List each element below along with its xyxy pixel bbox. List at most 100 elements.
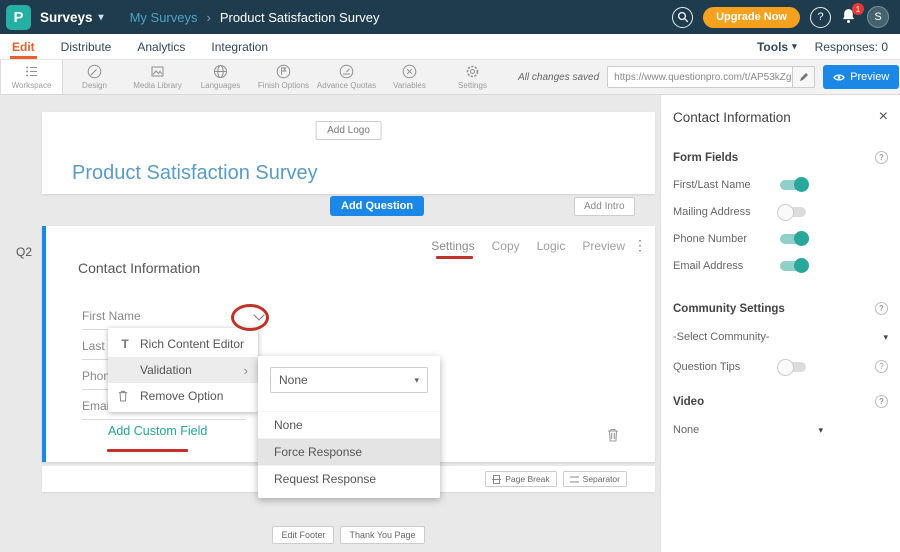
phone-number-toggle[interactable] bbox=[780, 234, 806, 244]
add-question-button[interactable]: Add Question bbox=[330, 196, 424, 216]
close-icon[interactable] bbox=[879, 109, 888, 125]
edit-footer-button[interactable]: Edit Footer bbox=[272, 526, 334, 544]
edit-url-button[interactable] bbox=[792, 67, 814, 87]
preview-label: Preview bbox=[850, 71, 889, 83]
notifications-button[interactable]: 1 bbox=[841, 8, 857, 26]
add-custom-field-link[interactable]: Add Custom Field bbox=[108, 424, 207, 438]
first-last-name-toggle[interactable] bbox=[780, 180, 806, 190]
eye-icon bbox=[833, 73, 845, 82]
toolbar-item-variables[interactable]: Variables bbox=[378, 60, 441, 94]
caret-down-icon bbox=[883, 332, 888, 343]
community-settings-heading: Community Settings bbox=[673, 303, 785, 315]
validation-option-request-response[interactable]: Request Response bbox=[258, 465, 440, 492]
validation-option-none[interactable]: None bbox=[258, 411, 440, 438]
add-logo-button[interactable]: Add Logo bbox=[315, 121, 382, 140]
search-button[interactable] bbox=[672, 7, 693, 28]
page-break-button[interactable]: Page Break bbox=[485, 471, 556, 487]
survey-header-card: Add Logo Product Satisfaction Survey bbox=[42, 112, 655, 194]
page-break-icon bbox=[492, 475, 501, 484]
video-dropdown[interactable]: None bbox=[673, 424, 823, 436]
breadcrumb-current: Product Satisfaction Survey bbox=[220, 10, 380, 25]
user-avatar[interactable]: S bbox=[867, 6, 889, 28]
add-intro-button[interactable]: Add Intro bbox=[574, 197, 635, 216]
sidebar-title: Contact Information bbox=[673, 110, 791, 125]
advance-quotas-icon bbox=[339, 64, 354, 79]
tab-analytics[interactable]: Analytics bbox=[137, 34, 185, 59]
toggle-label: Mailing Address bbox=[673, 206, 780, 218]
question-action-copy[interactable]: Copy bbox=[492, 239, 520, 253]
tools-menu[interactable]: Tools bbox=[757, 40, 797, 54]
toggle-label: Phone Number bbox=[673, 233, 780, 245]
mailing-address-toggle[interactable] bbox=[780, 207, 806, 217]
question-number-label: Q2 bbox=[16, 245, 32, 259]
delete-question-button[interactable] bbox=[607, 428, 619, 442]
thank-you-page-button[interactable]: Thank You Page bbox=[340, 526, 424, 544]
separator-button[interactable]: Separator bbox=[563, 471, 627, 487]
help-button[interactable] bbox=[810, 7, 831, 28]
toolbar-item-advance-quotas[interactable]: Advance Quotas bbox=[315, 60, 378, 94]
question-settings-sidebar: Contact Information Form Fields First/La… bbox=[660, 95, 900, 552]
question-action-logic[interactable]: Logic bbox=[537, 239, 566, 253]
finish-options-icon bbox=[276, 64, 291, 79]
menu-item-validation[interactable]: Validation bbox=[108, 357, 258, 383]
toolbar-item-workspace[interactable]: Workspace bbox=[0, 60, 63, 94]
form-fields-heading: Form Fields bbox=[673, 152, 738, 164]
validation-select[interactable]: None bbox=[270, 367, 428, 393]
design-icon bbox=[87, 64, 102, 79]
toolbar-item-design[interactable]: Design bbox=[63, 60, 126, 94]
toggle-label: Email Address bbox=[673, 260, 780, 272]
question-title[interactable]: Contact Information bbox=[78, 260, 200, 276]
editor-toolbar: Workspace Design Media Library Languages… bbox=[0, 60, 900, 95]
video-heading: Video bbox=[673, 396, 704, 408]
validation-options: None Force Response Request Response bbox=[258, 411, 440, 492]
survey-url-field[interactable]: https://www.questionpro.com/t/AP53kZgUI bbox=[607, 66, 815, 88]
help-circle-icon[interactable] bbox=[875, 395, 888, 408]
breadcrumb-separator-icon: › bbox=[206, 10, 210, 25]
validation-option-force-response[interactable]: Force Response bbox=[258, 438, 440, 465]
email-address-toggle[interactable] bbox=[780, 261, 806, 271]
question-action-settings[interactable]: Settings bbox=[431, 239, 474, 253]
form-field-first-name[interactable]: First Name bbox=[82, 304, 246, 330]
toggle-row-question-tips: Question Tips bbox=[673, 360, 888, 373]
page-break-label: Page Break bbox=[505, 474, 549, 484]
search-icon bbox=[677, 11, 689, 23]
caret-down-icon bbox=[414, 375, 419, 386]
languages-icon bbox=[213, 64, 228, 79]
toolbar-item-finish-options[interactable]: Finish Options bbox=[252, 60, 315, 94]
tab-edit[interactable]: Edit bbox=[12, 34, 35, 59]
autosave-status: All changes saved bbox=[518, 72, 599, 83]
help-circle-icon[interactable] bbox=[875, 360, 888, 373]
sidebar-header: Contact Information bbox=[673, 109, 888, 125]
help-circle-icon[interactable] bbox=[875, 302, 888, 315]
menu-item-label: Validation bbox=[140, 363, 192, 377]
tabbar-right: Tools Responses: 0 bbox=[757, 40, 888, 54]
question-action-preview[interactable]: Preview bbox=[582, 239, 625, 253]
upgrade-now-button[interactable]: Upgrade Now bbox=[703, 7, 800, 28]
help-circle-icon[interactable] bbox=[875, 151, 888, 164]
toggle-label: First/Last Name bbox=[673, 179, 780, 191]
toggle-row-first-last-name: First/Last Name bbox=[673, 179, 888, 191]
questionpro-logo[interactable]: P bbox=[6, 5, 31, 30]
breadcrumb-parent[interactable]: My Surveys bbox=[130, 10, 198, 25]
surveys-app-menu[interactable]: Surveys bbox=[40, 10, 104, 25]
field-options-dropdown-button[interactable] bbox=[246, 306, 272, 328]
menu-item-rich-content-editor[interactable]: Rich Content Editor bbox=[108, 331, 258, 357]
question-more-menu[interactable] bbox=[633, 237, 647, 254]
menu-item-remove-option[interactable]: Remove Option bbox=[108, 383, 258, 409]
preview-button[interactable]: Preview bbox=[823, 65, 899, 89]
header-actions: Upgrade Now 1 S bbox=[672, 6, 889, 28]
select-community-dropdown[interactable]: -Select Community- bbox=[673, 331, 888, 343]
tab-distribute[interactable]: Distribute bbox=[61, 34, 112, 59]
question-actions: Settings Copy Logic Preview bbox=[431, 239, 625, 253]
tab-integration[interactable]: Integration bbox=[211, 34, 268, 59]
survey-title[interactable]: Product Satisfaction Survey bbox=[72, 162, 318, 185]
question-tips-toggle[interactable] bbox=[780, 362, 806, 372]
caret-down-icon bbox=[99, 12, 104, 23]
trash-icon bbox=[118, 390, 132, 402]
toolbar-item-media-library[interactable]: Media Library bbox=[126, 60, 189, 94]
video-select-value: None bbox=[673, 424, 699, 436]
toolbar-item-settings[interactable]: Settings bbox=[441, 60, 504, 94]
toolbar-item-languages[interactable]: Languages bbox=[189, 60, 252, 94]
notification-badge: 1 bbox=[852, 3, 864, 15]
toggle-row-email-address: Email Address bbox=[673, 260, 888, 272]
